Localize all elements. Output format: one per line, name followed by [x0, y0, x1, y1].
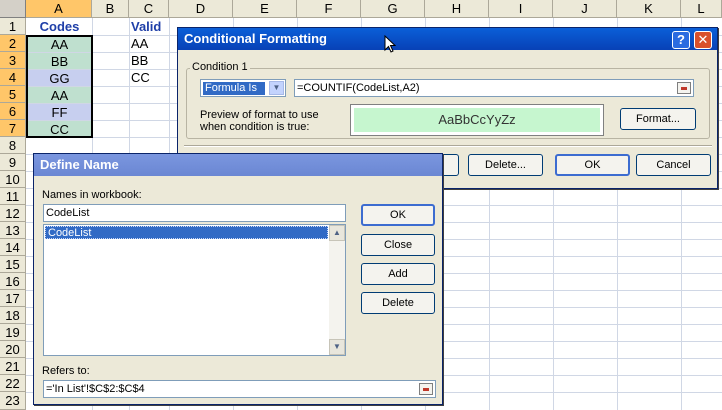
refers-label: Refers to:	[42, 365, 90, 377]
row-header-19[interactable]: 19	[0, 324, 26, 341]
condition-type-select[interactable]: Formula Is ▼	[200, 79, 286, 97]
condition-label: Condition 1	[190, 61, 250, 73]
name-value: CodeList	[46, 207, 90, 219]
row-header-2[interactable]: 2	[0, 35, 26, 52]
refers-value: ='In List'!$C$2:$C$4	[46, 383, 145, 395]
column-header-b[interactable]: B	[92, 0, 129, 18]
condition-type-value: Formula Is	[203, 82, 265, 95]
format-preview: AaBbCcYyZz	[350, 104, 604, 136]
row-header-18[interactable]: 18	[0, 307, 26, 324]
list-item[interactable]: CodeList	[45, 226, 328, 239]
column-header-c[interactable]: C	[129, 0, 169, 18]
select-all-corner[interactable]	[0, 0, 26, 18]
row-header-9[interactable]: 9	[0, 154, 26, 171]
separator	[184, 145, 712, 147]
cancel-button[interactable]: Cancel	[636, 154, 711, 176]
scroll-down-icon[interactable]: ▼	[329, 339, 345, 355]
close-icon[interactable]: ✕	[694, 31, 712, 49]
row-header-20[interactable]: 20	[0, 341, 26, 358]
add-name-button[interactable]: Add	[361, 263, 435, 285]
scrollbar[interactable]: ▲ ▼	[329, 225, 345, 355]
row-header-17[interactable]: 17	[0, 290, 26, 307]
preview-text: AaBbCcYyZz	[354, 108, 600, 132]
cell-c4[interactable]: CC	[131, 69, 169, 86]
column-header-l[interactable]: L	[681, 0, 722, 18]
mouse-cursor-icon	[384, 35, 396, 53]
collapse-dialog-icon[interactable]	[419, 383, 433, 395]
column-header-h[interactable]: H	[425, 0, 489, 18]
define-name-dialog: Define Name Names in workbook: CodeList …	[33, 153, 443, 405]
cell-c3[interactable]: BB	[131, 52, 169, 69]
name-input[interactable]: CodeList	[43, 204, 346, 222]
collapse-dialog-icon[interactable]	[677, 82, 691, 94]
dialog-title: Conditional Formatting	[184, 31, 327, 46]
column-header-d[interactable]: D	[169, 0, 233, 18]
row-header-11[interactable]: 11	[0, 188, 26, 205]
delete-condition-button[interactable]: Delete...	[468, 154, 543, 176]
row-header-16[interactable]: 16	[0, 273, 26, 290]
row-header-21[interactable]: 21	[0, 358, 26, 375]
row-header-3[interactable]: 3	[0, 52, 26, 69]
column-header-j[interactable]: J	[553, 0, 617, 18]
row-header-1[interactable]: 1	[0, 18, 26, 35]
dialog-title: Define Name	[40, 157, 119, 172]
scroll-up-icon[interactable]: ▲	[329, 225, 345, 241]
chevron-down-icon[interactable]: ▼	[269, 81, 284, 95]
format-button[interactable]: Format...	[620, 108, 696, 130]
dialog-titlebar[interactable]: Define Name	[34, 154, 442, 176]
names-list[interactable]: CodeList ▲ ▼	[43, 224, 346, 356]
row-header-23[interactable]: 23	[0, 392, 26, 410]
row-header-12[interactable]: 12	[0, 205, 26, 222]
refers-input[interactable]: ='In List'!$C$2:$C$4	[43, 380, 436, 398]
preview-label-line2: when condition is true:	[200, 121, 310, 133]
cell-c2[interactable]: AA	[131, 35, 169, 52]
row-header-10[interactable]: 10	[0, 171, 26, 188]
row-header-6[interactable]: 6	[0, 103, 26, 120]
row-header-14[interactable]: 14	[0, 239, 26, 256]
column-header-f[interactable]: F	[297, 0, 361, 18]
delete-name-button[interactable]: Delete	[361, 292, 435, 314]
row-header-15[interactable]: 15	[0, 256, 26, 273]
cell-c1[interactable]: Valid	[131, 18, 169, 35]
help-icon[interactable]: ?	[672, 31, 690, 49]
formula-value: =COUNTIF(CodeList,A2)	[297, 82, 420, 94]
row-header-7[interactable]: 7	[0, 120, 26, 137]
names-label: Names in workbook:	[42, 189, 142, 201]
dialog-titlebar[interactable]: Conditional Formatting	[178, 28, 717, 50]
selection-range	[26, 35, 93, 138]
column-header-a[interactable]: A	[26, 0, 92, 18]
row-header-5[interactable]: 5	[0, 86, 26, 103]
row-header-22[interactable]: 22	[0, 375, 26, 392]
column-header-e[interactable]: E	[233, 0, 297, 18]
ok-button[interactable]: OK	[555, 154, 630, 176]
column-header-i[interactable]: I	[489, 0, 553, 18]
column-header-k[interactable]: K	[617, 0, 681, 18]
cell-a1[interactable]: Codes	[27, 18, 92, 35]
column-header-g[interactable]: G	[361, 0, 425, 18]
close-button[interactable]: Close	[361, 234, 435, 256]
row-header-8[interactable]: 8	[0, 137, 26, 154]
row-header-13[interactable]: 13	[0, 222, 26, 239]
row-header-4[interactable]: 4	[0, 69, 26, 86]
ok-button[interactable]: OK	[361, 204, 435, 226]
formula-input[interactable]: =COUNTIF(CodeList,A2)	[294, 79, 694, 97]
